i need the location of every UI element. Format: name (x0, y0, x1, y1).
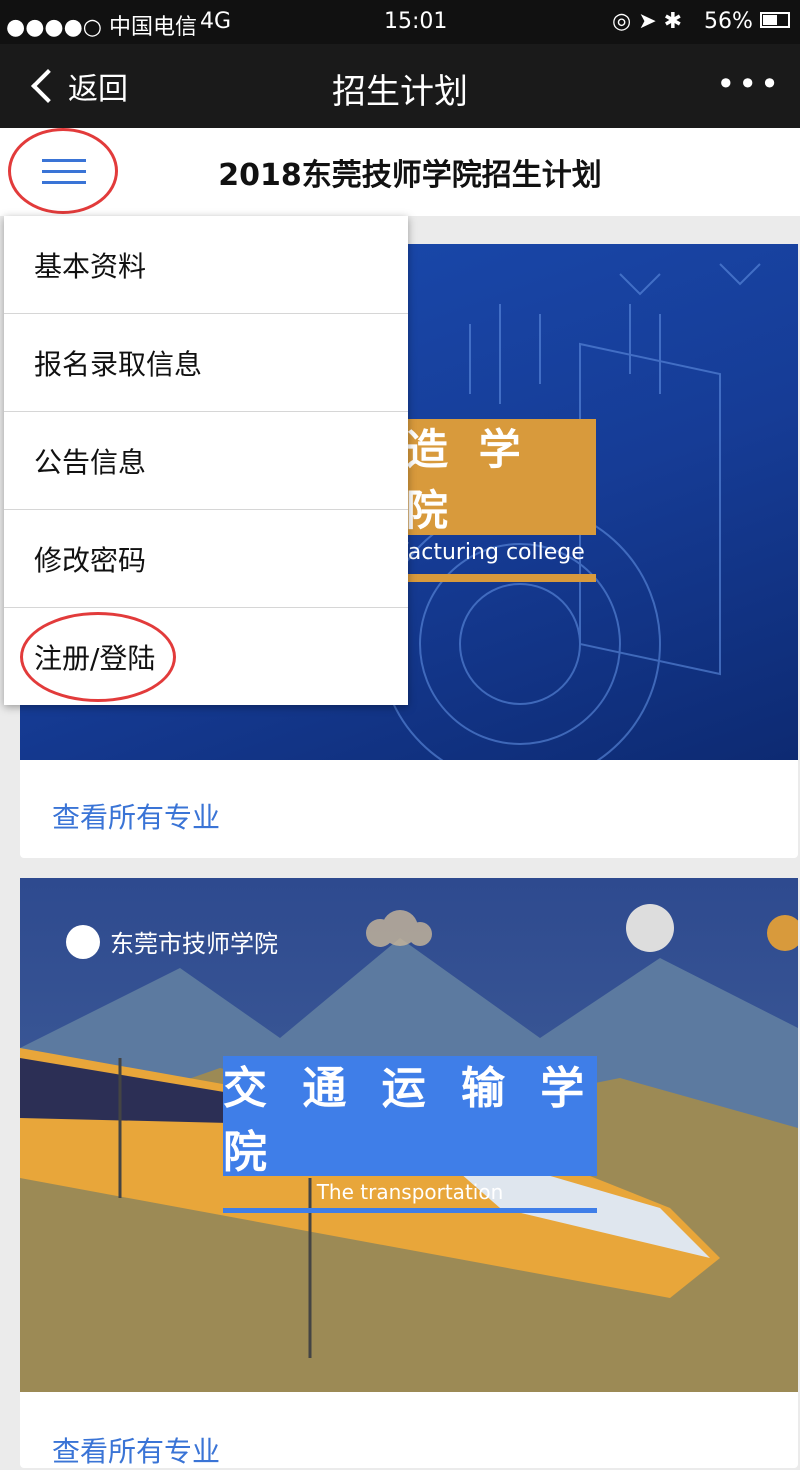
view-all-majors-link[interactable]: 查看所有专业 (52, 1430, 220, 1470)
college-title-box: 交 通 运 输 学 院 (223, 1056, 597, 1178)
nav-title: 招生计划 (332, 72, 468, 112)
college-banner-image: 东莞市技师学院 交 通 运 输 学 院 The transportation (20, 878, 798, 1392)
clock: 15:01 (384, 9, 448, 34)
carrier: ●●●●○ 中国电信 (6, 15, 197, 40)
view-all-majors-link[interactable]: 查看所有专业 (52, 796, 220, 836)
college-subtitle: The transportation (316, 1180, 504, 1204)
college-card[interactable]: 东莞市技师学院 交 通 运 输 学 院 The transportation 查… (20, 878, 798, 1468)
status-icons: ◎ ➤ ✱ (612, 9, 683, 34)
status-bar: ●●●●○ 中国电信 4G 15:01 ◎ ➤ ✱ 56% (0, 0, 800, 44)
menu-item-basic-info[interactable]: 基本资料 (4, 216, 408, 314)
nav-bar: 返回 招生计划 ••• (0, 44, 800, 128)
college-underline (223, 1208, 597, 1213)
college-title-box: 造 学 院 (406, 419, 596, 535)
menu-item-enrollment-info[interactable]: 报名录取信息 (4, 314, 408, 412)
more-button[interactable]: ••• (716, 68, 782, 100)
page-title: 2018东莞技师学院招生计划 (218, 158, 602, 193)
battery-icon (760, 12, 790, 28)
school-emblem-icon (66, 924, 100, 959)
school-logo: 东莞市技师学院 (66, 924, 278, 959)
menu-item-change-password[interactable]: 修改密码 (4, 510, 408, 608)
network-type: 4G (200, 9, 232, 34)
school-name: 东莞市技师学院 (110, 930, 278, 958)
battery-percent: 56% (704, 9, 753, 34)
annotation-circle (8, 128, 118, 214)
college-underline (406, 574, 596, 582)
annotation-circle (20, 612, 176, 702)
menu-item-announcements[interactable]: 公告信息 (4, 412, 408, 510)
college-subtitle: facturing college (400, 540, 585, 565)
